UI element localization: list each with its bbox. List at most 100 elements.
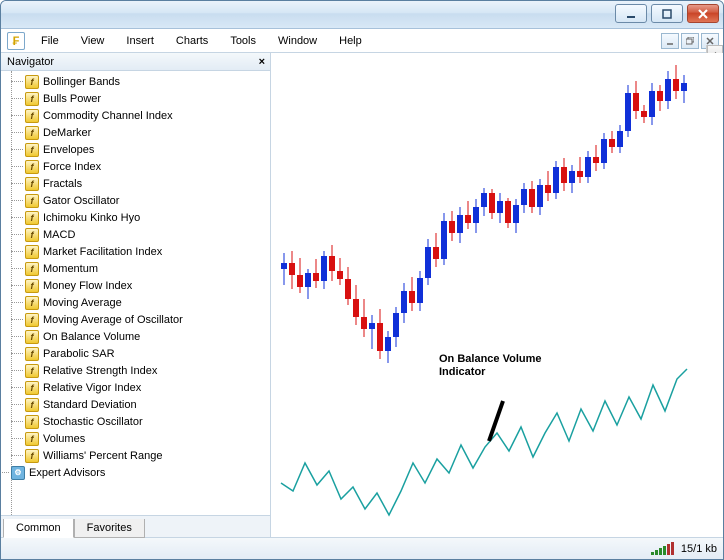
mdi-minimize[interactable]	[661, 33, 679, 49]
chart-svg	[271, 53, 723, 537]
navigator-header: Navigator ×	[1, 53, 270, 71]
indicator-icon: f	[25, 126, 39, 140]
indicator-label: Commodity Channel Index	[43, 110, 173, 122]
expert-advisors-label: Expert Advisors	[29, 467, 105, 479]
indicator-item[interactable]: f Force Index	[25, 158, 270, 175]
indicator-label: Williams' Percent Range	[43, 450, 162, 462]
close-button[interactable]	[687, 4, 719, 23]
indicator-item[interactable]: f Parabolic SAR	[25, 345, 270, 362]
tab-favorites[interactable]: Favorites	[74, 519, 145, 538]
indicator-label: Market Facilitation Index	[43, 246, 162, 258]
menu-view[interactable]: View	[71, 32, 115, 50]
indicator-icon: f	[25, 262, 39, 276]
maximize-button[interactable]	[651, 4, 683, 23]
connection-icon	[651, 542, 675, 555]
indicator-icon: f	[25, 398, 39, 412]
indicator-item[interactable]: f DeMarker	[25, 124, 270, 141]
indicator-item[interactable]: fMoney Flow Index	[25, 277, 270, 294]
menubar: ₣ File View Insert Charts Tools Window H…	[1, 29, 723, 53]
indicator-icon: f	[25, 245, 39, 259]
indicator-icon: f	[25, 347, 39, 361]
menu-help[interactable]: Help	[329, 32, 372, 50]
menu-window[interactable]: Window	[268, 32, 327, 50]
indicator-label: MACD	[43, 229, 75, 241]
indicator-label: Standard Deviation	[43, 399, 137, 411]
indicator-item[interactable]: fRelative Strength Index	[25, 362, 270, 379]
indicator-icon: f	[25, 109, 39, 123]
indicator-icon: f	[25, 381, 39, 395]
navigator-panel: Navigator × f Bollinger Bands f Bulls Power…	[1, 53, 271, 537]
indicator-item[interactable]: f Stochastic Oscillator	[25, 413, 270, 430]
indicator-icon: f	[25, 449, 39, 463]
menu-insert[interactable]: Insert	[116, 32, 164, 50]
indicator-icon: f	[25, 364, 39, 378]
indicator-label: Gator Oscillator	[43, 195, 119, 207]
indicator-item[interactable]: f Moving Average of Oscillator	[25, 311, 270, 328]
statusbar: 15/1 kb	[1, 537, 723, 559]
indicator-item[interactable]: f Envelopes	[25, 141, 270, 158]
indicator-item[interactable]: f Williams' Percent Range	[25, 447, 270, 464]
indicator-icon: f	[25, 228, 39, 242]
navigator-tree[interactable]: f Bollinger Bands f Bulls Power f Commodity C…	[1, 71, 270, 515]
indicator-item[interactable]: f Ichimoku Kinko Hyo	[25, 209, 270, 226]
indicator-item[interactable]: f On Balance Volume	[25, 328, 270, 345]
indicator-label: Envelopes	[43, 144, 94, 156]
menu-charts[interactable]: Charts	[166, 32, 218, 50]
tab-common[interactable]: Common	[3, 519, 74, 538]
minimize-icon	[626, 9, 636, 19]
restore-icon	[686, 37, 694, 45]
mdi-restore[interactable]	[681, 33, 699, 49]
indicator-item[interactable]: f Bulls Power	[25, 90, 270, 107]
indicator-item[interactable]: f Gator Oscillator	[25, 192, 270, 209]
indicator-item[interactable]: f Commodity Channel Index	[25, 107, 270, 124]
indicator-item[interactable]: f Volumes	[25, 430, 270, 447]
indicator-item[interactable]: f MACD	[25, 226, 270, 243]
indicator-label: Force Index	[43, 161, 101, 173]
indicator-icon: f	[25, 75, 39, 89]
indicator-item[interactable]: f Standard Deviation	[25, 396, 270, 413]
titlebar[interactable]	[1, 1, 723, 29]
menu-tools[interactable]: Tools	[220, 32, 266, 50]
indicator-item[interactable]: f Bollinger Bands	[25, 73, 270, 90]
minimize-button[interactable]	[615, 4, 647, 23]
indicator-label: Moving Average	[43, 297, 122, 309]
indicator-icon: f	[25, 296, 39, 310]
indicator-label: Bulls Power	[43, 93, 101, 105]
expert-advisors-icon: ⚙	[11, 466, 25, 480]
indicator-icon: f	[25, 313, 39, 327]
indicator-label: Bollinger Bands	[43, 76, 120, 88]
indicator-label: Volumes	[43, 433, 85, 445]
indicator-item[interactable]: fMomentum	[25, 260, 270, 277]
indicator-item[interactable]: f Moving Average	[25, 294, 270, 311]
indicator-item[interactable]: f Market Facilitation Index	[25, 243, 270, 260]
menu-file[interactable]: File	[31, 32, 69, 50]
indicator-label: Moving Average of Oscillator	[43, 314, 183, 326]
indicator-label: DeMarker	[43, 127, 91, 139]
indicator-icon: f	[25, 415, 39, 429]
indicator-icon: f	[25, 211, 39, 225]
close-icon	[698, 9, 708, 19]
indicator-label: Parabolic SAR	[43, 348, 115, 360]
indicator-icon: f	[25, 92, 39, 106]
indicator-label: Fractals	[43, 178, 82, 190]
navigator-tabs: Common Favorites	[1, 515, 270, 537]
indicator-icon: f	[25, 279, 39, 293]
chart-area[interactable]: On Balance Volume Indicator	[271, 53, 723, 537]
navigator-close[interactable]: ×	[256, 56, 268, 68]
indicator-label: Ichimoku Kinko Hyo	[43, 212, 140, 224]
minimize-icon	[666, 37, 674, 45]
expert-advisors-item[interactable]: ⚙ Expert Advisors	[11, 464, 270, 481]
indicator-icon: f	[25, 160, 39, 174]
indicator-item[interactable]: fFractals	[25, 175, 270, 192]
app-window: ₣ File View Insert Charts Tools Window H…	[0, 0, 724, 560]
indicator-icon: f	[25, 143, 39, 157]
navigator-title: Navigator	[7, 56, 54, 68]
indicator-item[interactable]: f Relative Vigor Index	[25, 379, 270, 396]
app-icon: ₣	[7, 32, 25, 50]
indicator-icon: f	[25, 432, 39, 446]
indicator-label: Stochastic Oscillator	[43, 416, 143, 428]
indicator-icon: f	[25, 194, 39, 208]
indicator-label: On Balance Volume	[43, 331, 140, 343]
indicator-label: Relative Vigor Index	[43, 382, 141, 394]
indicator-icon: f	[25, 330, 39, 344]
